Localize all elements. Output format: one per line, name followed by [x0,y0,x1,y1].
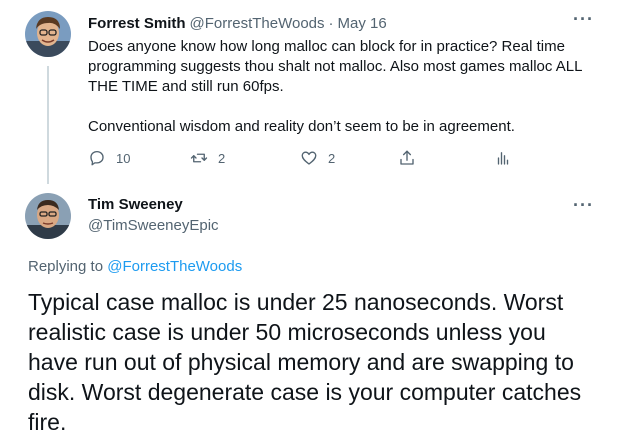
tweet-header: Forrest Smith @ForrestTheWoods · May 16 [88,13,387,33]
share-button[interactable] [398,146,416,170]
replying-to: Replying to @ForrestTheWoods [28,258,242,275]
tweet-text: Typical case malloc is under 25 nanoseco… [28,289,582,435]
separator-dot: · [328,14,334,32]
replying-to-label: Replying to [28,258,104,275]
analytics-button[interactable] [494,146,512,170]
more-options-icon[interactable]: ··· [573,10,594,28]
reply-icon [90,150,104,166]
thread-connector-line [47,66,49,184]
analytics-icon [497,152,509,165]
replying-to-handle-link[interactable]: @ForrestTheWoods [107,258,242,275]
retweet-icon [190,153,208,163]
tweet-paragraph: Conventional wisdom and reality don’t se… [88,118,515,135]
tweet-text: Does anyone know how long malloc can blo… [88,37,588,137]
avatar[interactable] [25,11,71,57]
tweet-date[interactable]: May 16 [338,15,387,32]
reply-button[interactable]: 10 [88,146,130,170]
avatar-image [25,11,71,57]
retweet-button[interactable]: 2 [190,146,225,170]
tweet-actions: 10 2 2 [88,146,528,170]
more-options-icon[interactable]: ··· [573,196,594,214]
retweet-count: 2 [218,150,226,166]
like-icon [301,151,317,165]
share-icon [400,150,414,165]
author-name[interactable]: Forrest Smith [88,15,186,32]
reply-count: 10 [116,150,131,166]
like-count: 2 [328,150,336,166]
author-handle[interactable]: @ForrestTheWoods [190,15,325,32]
author-name[interactable]: Tim Sweeney [88,196,183,213]
author-handle[interactable]: @TimSweeneyEpic [88,217,219,234]
avatar-image [25,193,71,239]
like-button[interactable]: 2 [300,146,335,170]
avatar[interactable] [25,193,71,239]
tweet-paragraph: Does anyone know how long malloc can blo… [88,38,582,95]
